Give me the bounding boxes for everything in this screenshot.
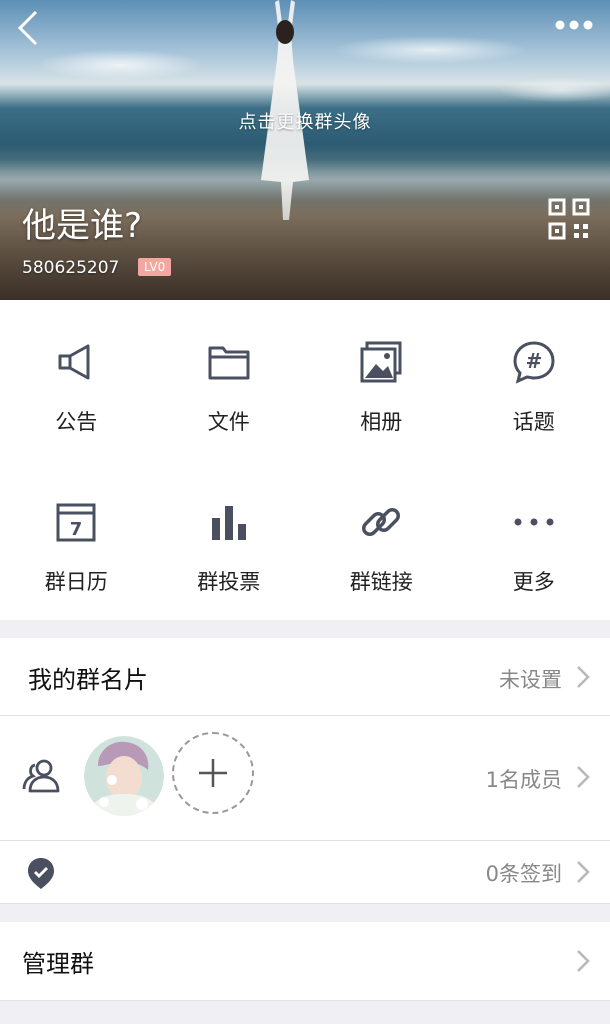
manage-group-row[interactable]: 管理群 xyxy=(0,922,610,1001)
folder-icon xyxy=(208,346,250,380)
bar-chart-icon xyxy=(211,506,246,540)
back-arrow-icon[interactable] xyxy=(14,10,44,46)
my-group-card-value: 未设置 xyxy=(499,668,562,692)
feature-more[interactable]: 更多 xyxy=(458,460,610,620)
feature-label: 公告 xyxy=(55,410,98,434)
more-dots-icon xyxy=(514,518,554,526)
feature-label: 话题 xyxy=(512,410,555,434)
feature-vote[interactable]: 群投票 xyxy=(153,460,306,620)
feature-label: 相册 xyxy=(360,410,403,434)
my-group-card-row[interactable]: 我的群名片 未设置 xyxy=(0,638,610,716)
checkin-row[interactable]: 0条签到 xyxy=(0,841,610,904)
add-member-button[interactable] xyxy=(172,732,254,814)
link-icon xyxy=(362,508,401,536)
checkin-count: 0条签到 xyxy=(485,862,562,886)
group-name: 他是谁? xyxy=(22,206,143,246)
plus-icon xyxy=(199,759,227,787)
member-count: 1名成员 xyxy=(485,768,562,792)
feature-album[interactable]: 相册 xyxy=(305,300,458,460)
feature-announcement[interactable]: 公告 xyxy=(0,300,153,460)
calendar-icon: 7 xyxy=(56,503,96,542)
photo-album-icon xyxy=(360,341,402,383)
members-row[interactable]: 1名成员 xyxy=(0,716,610,841)
svg-text:7: 7 xyxy=(70,519,83,540)
chevron-right-icon xyxy=(577,950,590,972)
feature-label: 文件 xyxy=(207,410,250,434)
feature-label: 群日历 xyxy=(44,570,108,594)
feature-topics[interactable]: # 话题 xyxy=(458,300,610,460)
svg-text:#: # xyxy=(525,349,542,373)
group-cover-image[interactable]: 点击更换群头像 他是谁? 580625207 LV0 xyxy=(0,0,610,300)
more-options-icon[interactable] xyxy=(554,14,594,36)
my-group-card-title: 我的群名片 xyxy=(28,666,148,694)
megaphone-icon xyxy=(58,344,90,380)
chevron-right-icon xyxy=(577,766,590,788)
chevron-right-icon xyxy=(577,861,590,883)
feature-label: 群投票 xyxy=(197,570,261,594)
feature-grid: 公告 文件 相册 # 话题 7 群日历 群投票 群链接 更多 xyxy=(0,300,610,620)
change-avatar-hint[interactable]: 点击更换群头像 xyxy=(0,108,610,134)
manage-group-title: 管理群 xyxy=(22,950,94,978)
feature-files[interactable]: 文件 xyxy=(153,300,306,460)
chevron-right-icon xyxy=(577,666,590,688)
feature-label: 更多 xyxy=(512,570,555,594)
qr-code-icon[interactable] xyxy=(548,198,590,240)
member-avatar[interactable] xyxy=(84,736,164,816)
feature-calendar[interactable]: 7 群日历 xyxy=(0,460,153,620)
feature-link[interactable]: 群链接 xyxy=(305,460,458,620)
group-id: 580625207 xyxy=(22,258,120,278)
feature-label: 群链接 xyxy=(349,570,413,594)
members-icon xyxy=(22,759,60,793)
level-badge: LV0 xyxy=(138,258,172,276)
hashtag-chat-icon: # xyxy=(513,341,555,384)
checkin-location-icon xyxy=(28,858,54,889)
